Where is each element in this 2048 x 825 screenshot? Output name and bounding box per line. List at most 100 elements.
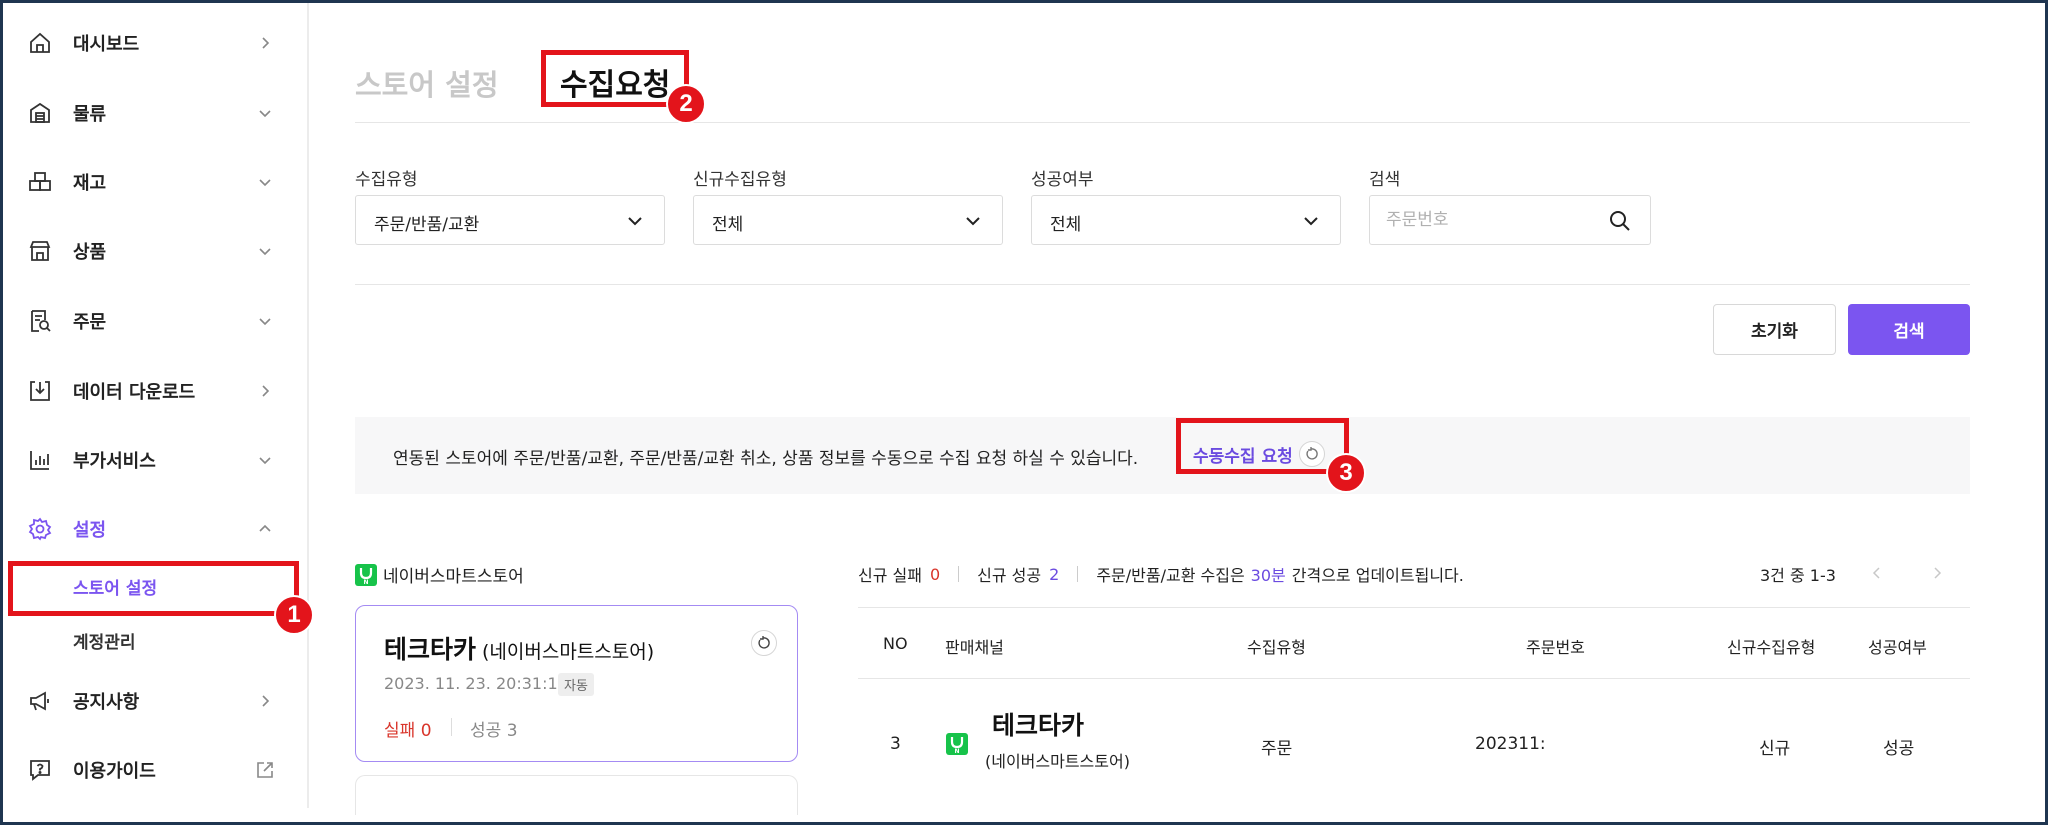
table-row[interactable]: 3 N 테크타카 (네이버스마트스토어) 주문 202311: 신규 성공 [858,680,1970,805]
sidebar-item-label: 이용가이드 [73,761,156,782]
sidebar-item-guide[interactable]: 이용가이드 [3,748,309,792]
download-icon [25,376,55,406]
notice-banner: 연동된 스토어에 주문/반품/교환, 주문/반품/교환 취소, 상품 정보를 수… [355,417,1970,494]
sidebar-subitem-account[interactable]: 계정관리 [73,628,136,653]
annotation-badge-3: 3 [1326,453,1366,493]
chevron-down-icon [253,239,277,263]
divider [355,122,1970,123]
refresh-icon[interactable] [751,630,777,656]
sidebar-item-notices[interactable]: 공지사항 [3,679,309,723]
sidebar-item-label: 공지사항 [73,692,140,713]
collect-type-value: 주문/반품/교환 [374,215,480,235]
notice-text: 연동된 스토어에 주문/반품/교환, 주문/반품/교환 취소, 상품 정보를 수… [393,449,1139,469]
external-link-icon [253,758,277,782]
sidebar-item-label: 주문 [73,312,107,333]
annotation-box-1 [8,561,299,616]
success-value: 전체 [1050,215,1082,235]
sidebar-item-extra-services[interactable]: 부가서비스 [3,438,309,482]
new-fail-label: 신규 실패 [858,566,922,585]
divider [958,566,960,582]
naver-smartstore-icon: N [946,733,968,755]
store-last-collected: 2023. 11. 23. 20:31:12 [384,674,568,693]
chart-plus-icon [25,445,55,475]
sidebar-item-dashboard[interactable]: 대시보드 [3,21,309,65]
store-name: 테크타카 (네이버스마트스토어) [384,630,654,666]
column-header: 성공여부 [1868,638,1927,657]
svg-text:N: N [954,748,959,755]
sidebar-item-data-download[interactable]: 데이터 다운로드 [3,369,309,413]
search-label: 검색 [1369,170,1401,190]
help-icon [25,755,55,785]
chevron-right-icon [253,689,277,713]
fail-label: 실패 [384,721,416,741]
auto-badge: 자동 [558,673,594,696]
new-success-label: 신규 성공 [977,566,1042,585]
success-select[interactable]: 전체 [1031,195,1341,245]
sidebar-item-label: 물류 [73,104,107,125]
store-icon [25,236,55,266]
sidebar-item-label: 상품 [73,242,107,263]
tab-store-settings[interactable]: 스토어 설정 [355,62,499,104]
naver-smartstore-icon: N [355,563,377,586]
divider [355,284,1970,285]
sidebar-item-label: 대시보드 [73,34,140,55]
new-success-count: 2 [1049,564,1060,584]
sidebar-item-label: 데이터 다운로드 [73,382,196,403]
chevron-down-icon [253,448,277,472]
search-box [1369,195,1651,245]
svg-text:N: N [363,579,368,586]
divider [451,718,452,736]
store-success-count: 성공 3 [470,716,518,741]
row-channel-sub: (네이버스마트스토어) [985,752,1130,771]
divider [1077,566,1079,582]
interval-value: 30분 [1250,566,1286,585]
sidebar-item-products[interactable]: 상품 [3,229,309,273]
collect-type-label: 수집유형 [355,170,418,190]
search-icon[interactable] [1608,209,1632,233]
search-button[interactable]: 검색 [1848,304,1970,355]
store-fail-count: 실패 0 [384,716,432,741]
sidebar-item-label: 설정 [73,520,107,541]
collect-stats: 신규 실패 0 신규 성공 2 주문/반품/교환 수집은 30분 간격으로 업데… [858,562,1464,586]
store-channel-label: 네이버스마트스토어 [383,567,524,587]
store-channel-text: (네이버스마트스토어) [482,641,655,663]
chevron-down-icon [624,210,646,232]
new-collect-type-label: 신규수집유형 [693,170,787,190]
boxes-icon [25,167,55,197]
row-new-type: 신규 [1759,739,1791,759]
sidebar-item-inventory[interactable]: 재고 [3,160,309,204]
column-header: NO [883,634,908,653]
table-header: NO 판매채널 수집유형 주문번호 신규수집유형 성공여부 [858,607,1970,679]
gear-icon [25,514,55,544]
chevron-right-icon [253,31,277,55]
search-input[interactable] [1386,208,1586,232]
prev-page-button[interactable] [1866,562,1888,584]
store-card-next[interactable] [355,775,798,815]
new-fail-count: 0 [929,564,941,584]
annotation-box-3 [1176,418,1349,474]
new-collect-type-value: 전체 [712,215,744,235]
store-card[interactable]: 테크타카 (네이버스마트스토어) 2023. 11. 23. 20:31:12 자… [355,605,798,762]
chevron-up-icon [253,517,277,541]
new-collect-type-select[interactable]: 전체 [693,195,1003,245]
store-channel-header: N 네이버스마트스토어 [355,562,524,587]
annotation-badge-2: 2 [666,84,706,124]
sidebar-item-logistics[interactable]: 물류 [3,91,309,135]
row-success: 성공 [1883,739,1915,759]
sidebar-item-orders[interactable]: 주문 [3,299,309,343]
chevron-down-icon [1300,210,1322,232]
home-icon [25,28,55,58]
annotation-badge-1: 1 [274,595,314,635]
column-header: 수집유형 [1247,638,1306,657]
sidebar-item-settings[interactable]: 설정 [3,507,309,551]
next-page-button[interactable] [1926,562,1948,584]
column-header: 주문번호 [1526,638,1585,657]
success-count: 3 [506,721,518,741]
row-order-no: 202311: [1475,734,1546,754]
column-header: 신규수집유형 [1727,638,1816,657]
reset-button[interactable]: 초기화 [1713,304,1836,355]
megaphone-icon [25,686,55,716]
chevron-down-icon [253,101,277,125]
interval-prefix: 주문/반품/교환 수집은 [1096,566,1245,585]
collect-type-select[interactable]: 주문/반품/교환 [355,195,665,245]
